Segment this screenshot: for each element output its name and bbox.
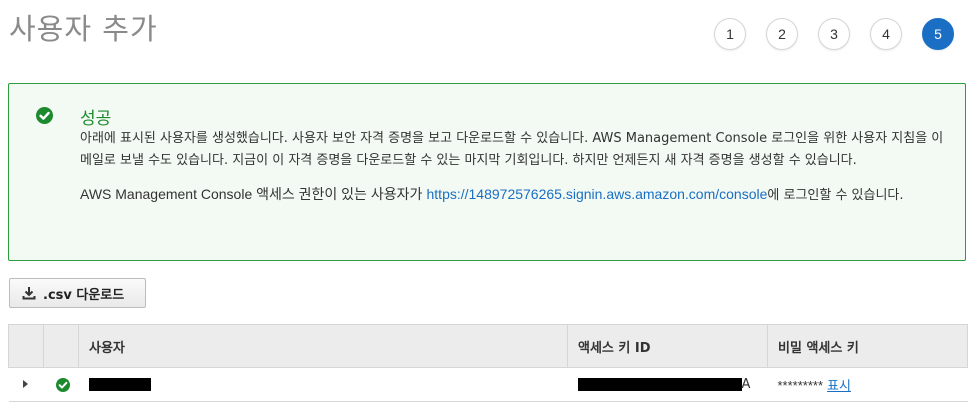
success-body: 아래에 표시된 사용자를 생성했습니다. 사용자 보안 자격 증명을 보고 다운…	[80, 128, 955, 207]
success-alert: 성공 아래에 표시된 사용자를 생성했습니다. 사용자 보안 자격 증명을 보고…	[8, 83, 966, 261]
wizard-steps: 1 2 3 4 5	[714, 18, 954, 50]
expand-caret-icon[interactable]	[22, 380, 28, 388]
page-title: 사용자 추가	[9, 12, 158, 46]
step-3[interactable]: 3	[818, 18, 850, 50]
expand-cell[interactable]	[8, 367, 44, 402]
console-prefix: AWS Management Console 액세스 권한이 있는 사용자가	[80, 186, 423, 202]
header-expand	[8, 324, 44, 368]
step-4[interactable]: 4	[870, 18, 902, 50]
console-suffix: 에 로그인할 수 있습니다.	[767, 188, 904, 203]
header-user[interactable]: 사용자	[78, 324, 568, 368]
masked-secret: *********	[777, 378, 824, 393]
show-secret-link[interactable]: 표시	[827, 379, 851, 394]
step-5[interactable]: 5	[922, 18, 954, 50]
success-message: 아래에 표시된 사용자를 생성했습니다. 사용자 보안 자격 증명을 보고 다운…	[80, 131, 944, 168]
step-1[interactable]: 1	[714, 18, 746, 50]
status-cell	[43, 367, 79, 402]
csv-download-button[interactable]: .csv 다운로드	[9, 278, 146, 308]
secret-key-cell: ********* 표시	[767, 367, 968, 402]
header-access-key-id[interactable]: 액세스 키 ID	[567, 324, 768, 368]
download-icon	[22, 287, 36, 300]
console-login-link[interactable]: https://148972576265.signin.aws.amazon.c…	[427, 186, 768, 202]
csv-download-label: .csv 다운로드	[43, 287, 125, 303]
console-access-text: AWS Management Console 액세스 권한이 있는 사용자가 h…	[80, 183, 955, 207]
user-cell	[78, 367, 568, 402]
success-title: 성공	[80, 109, 112, 129]
users-table: 사용자 액세스 키 ID 비밀 액세스 키 A ********* 표시	[8, 324, 968, 402]
redacted-access-key	[577, 378, 742, 391]
header-status	[43, 324, 79, 368]
access-key-cell: A	[567, 367, 768, 402]
step-2[interactable]: 2	[766, 18, 798, 50]
table-header-row: 사용자 액세스 키 ID 비밀 액세스 키	[8, 324, 968, 368]
redacted-username	[88, 378, 151, 391]
access-key-suffix: A	[741, 377, 751, 392]
header-secret-key[interactable]: 비밀 액세스 키	[767, 324, 968, 368]
table-row: A ********* 표시	[8, 367, 968, 402]
success-check-icon	[55, 377, 70, 392]
success-check-icon	[36, 107, 53, 124]
